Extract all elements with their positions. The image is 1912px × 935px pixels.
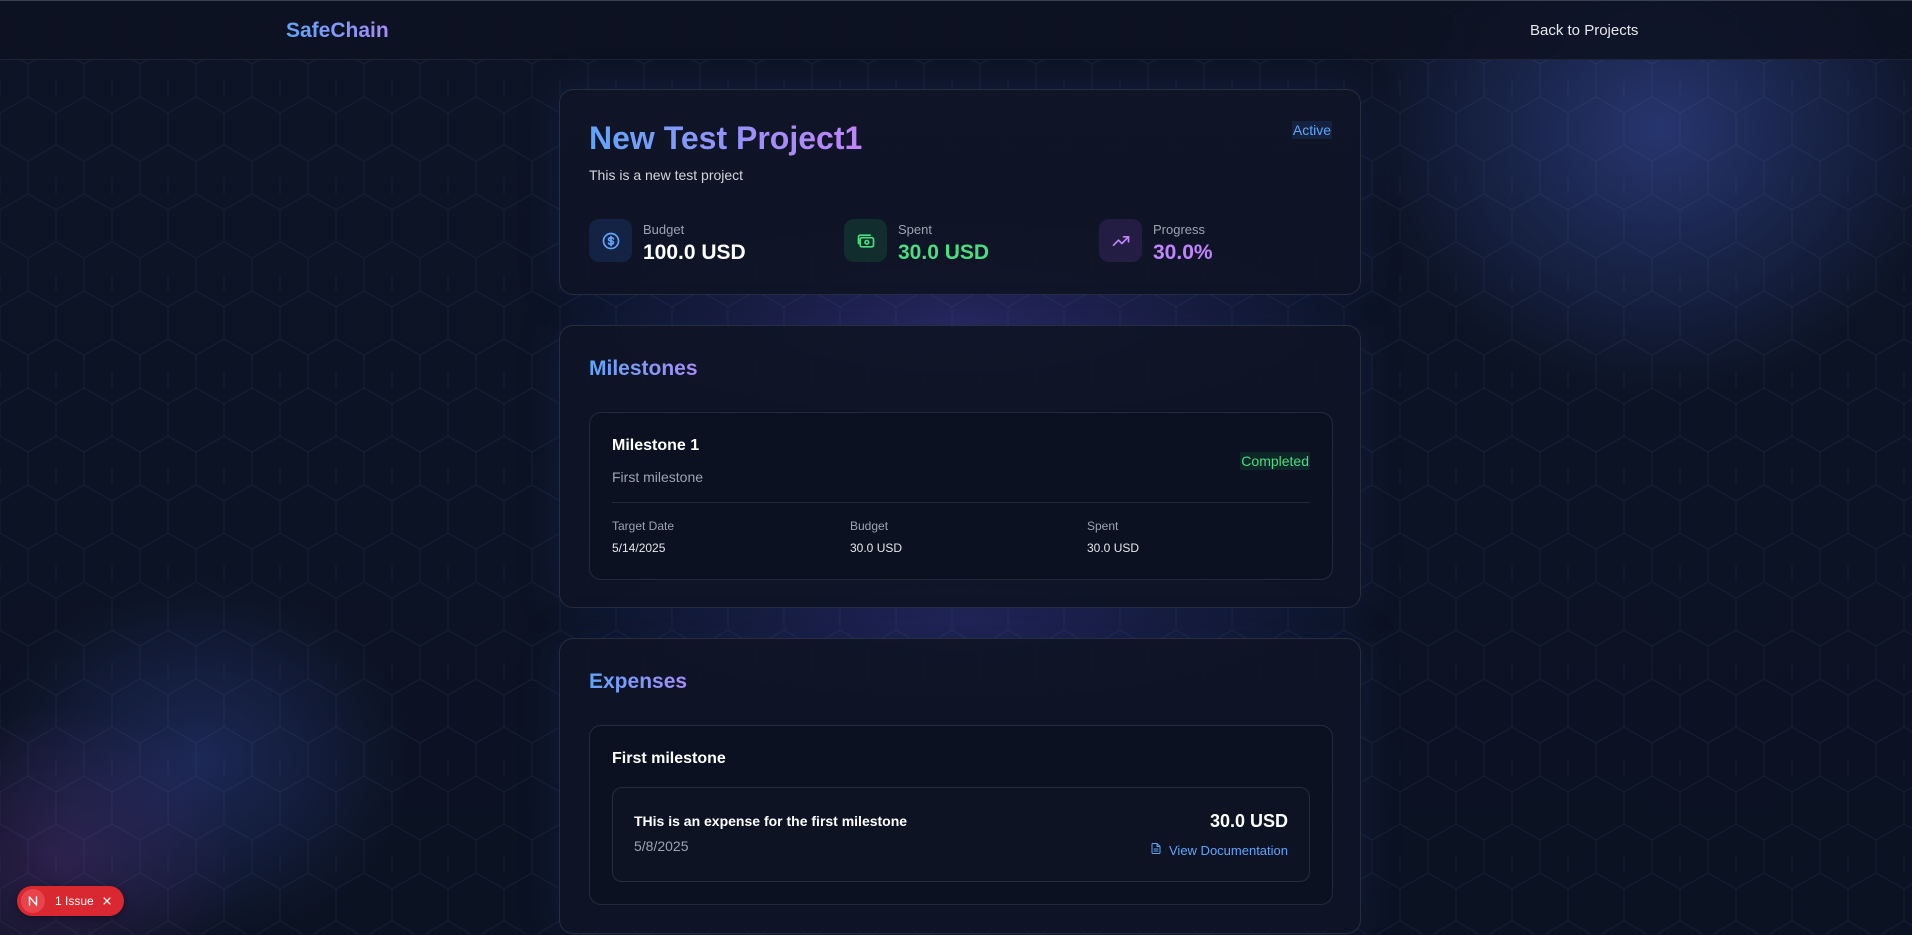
milestone-item[interactable]: Milestone 1 First milestone Completed Ta… [589, 412, 1333, 580]
project-status-badge: Active [1291, 121, 1332, 139]
budget-value: 100.0 USD [643, 241, 746, 264]
milestone-divider [612, 502, 1310, 503]
top-navbar: SafeChain Back to Projects [0, 0, 1912, 60]
dev-issues-badge[interactable]: 1 Issue [17, 886, 124, 916]
issues-count-label: 1 Issue [55, 894, 94, 908]
expense-amount: 30.0 USD [1209, 811, 1288, 831]
milestone-name: Milestone 1 [612, 437, 700, 454]
milestone-spent-value: 30.0 USD [1087, 541, 1140, 555]
milestone-target-date: Target Date 5/14/2025 [612, 519, 674, 555]
milestone-budget-value: 30.0 USD [850, 541, 903, 555]
expense-group-title: First milestone [612, 750, 726, 767]
milestone-budget: Budget 30.0 USD [850, 519, 902, 555]
view-documentation-label: View Documentation [1169, 842, 1288, 858]
expenses-heading: Expenses [589, 670, 688, 693]
target-date-value: 5/14/2025 [612, 541, 666, 555]
expense-date: 5/8/2025 [634, 838, 689, 854]
milestone-description: First milestone [612, 469, 704, 485]
progress-value: 30.0% [1153, 241, 1213, 264]
milestone-spent: Spent 30.0 USD [1087, 519, 1139, 555]
back-to-projects-link[interactable]: Back to Projects [1530, 22, 1638, 39]
brand-logo[interactable]: SafeChain [286, 19, 389, 43]
expenses-card: Expenses First milestone THis is an expe… [559, 638, 1361, 934]
next-logo-icon [21, 889, 45, 913]
dollar-circle-icon [589, 219, 632, 262]
spent-label: Spent [898, 222, 932, 237]
expense-group: First milestone THis is an expense for t… [589, 725, 1333, 905]
milestone-spent-label: Spent [1087, 519, 1119, 533]
close-icon[interactable] [102, 896, 112, 906]
trending-up-icon [1099, 219, 1142, 262]
progress-label: Progress [1153, 222, 1206, 237]
milestones-card: Milestones Milestone 1 First milestone C… [559, 325, 1361, 608]
banknote-icon [844, 219, 887, 262]
document-icon [1150, 842, 1162, 858]
target-date-label: Target Date [612, 519, 675, 533]
milestones-heading: Milestones [589, 357, 698, 380]
expense-description: THis is an expense for the first milesto… [634, 813, 908, 829]
spent-value: 30.0 USD [898, 241, 990, 264]
project-title: New Test Project1 [589, 120, 863, 156]
view-documentation-link[interactable]: View Documentation [1150, 842, 1288, 858]
project-overview-card: New Test Project1 This is a new test pro… [559, 89, 1361, 295]
expense-item: THis is an expense for the first milesto… [612, 787, 1310, 882]
project-description: This is a new test project [589, 167, 744, 183]
budget-label: Budget [643, 222, 685, 237]
milestone-budget-label: Budget [850, 519, 889, 533]
milestone-status-badge: Completed [1240, 452, 1310, 470]
